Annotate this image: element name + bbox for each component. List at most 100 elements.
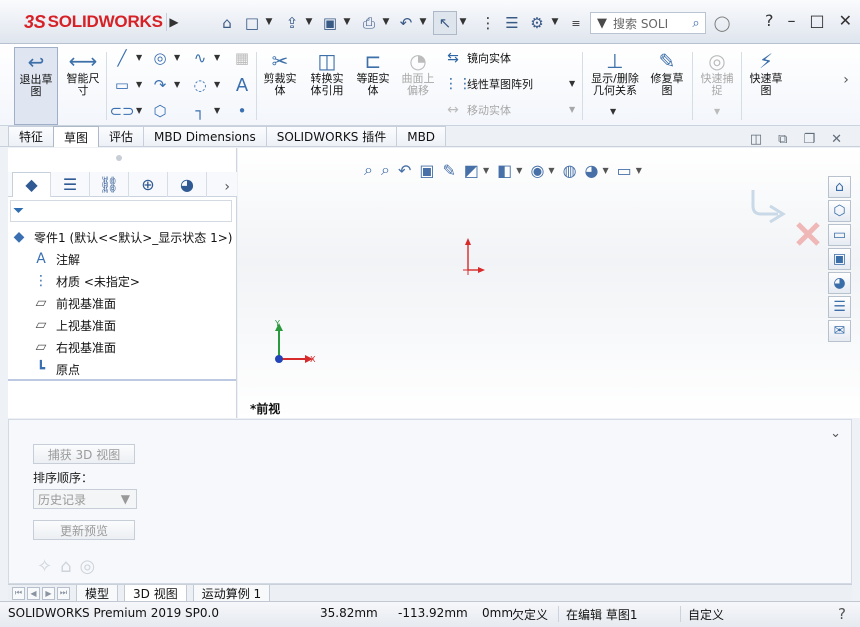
tab-mbd-dimensions[interactable]: MBD Dimensions <box>143 126 267 146</box>
undo-icon[interactable]: ↶ <box>394 11 418 35</box>
rapid-sketch-button[interactable]: ⚡ 快速草 图 <box>744 47 788 97</box>
units-selector[interactable]: 自定义 <box>688 606 724 623</box>
view-action-icon[interactable]: ◎ <box>80 556 96 577</box>
tree-filter-box[interactable]: ⏷ <box>10 200 232 222</box>
exit-sketch-button[interactable]: ↩ 退出草 图 <box>14 47 58 125</box>
tab-sketch[interactable]: 草图 <box>53 126 100 147</box>
configuration-manager-tab-icon[interactable]: ⛓ <box>90 171 129 197</box>
design-library-icon[interactable]: ⬡ <box>828 200 851 222</box>
point-icon[interactable]: • <box>232 101 252 121</box>
linear-pattern-button[interactable]: ⋮⋮ 线性草图阵列 <box>444 74 533 94</box>
polygon-icon[interactable]: ⬡ <box>150 101 170 121</box>
update-preview-button[interactable]: 更新预览 <box>33 520 135 540</box>
graphics-area[interactable]: ⌕ ⌕ ↶ ▣ ✎ ◩ ▼ ◧ ▼ ◉ ▼ ◍ ◕ ▼ ▭ ▼ Y X <box>238 148 860 418</box>
trim-entities-button[interactable]: ✂ 剪裁实 体 <box>258 47 302 97</box>
collapse-panel-icon[interactable]: ◫ <box>750 132 762 147</box>
tab-evaluate[interactable]: 评估 <box>98 126 145 146</box>
save-icon[interactable]: ▣ <box>318 11 342 35</box>
file-explorer-icon[interactable]: ▭ <box>828 224 851 246</box>
line-caret[interactable]: ▼ <box>136 53 144 63</box>
search-input[interactable]: 搜索 SOLI <box>613 15 687 32</box>
fillet-icon[interactable]: ┐ <box>190 101 210 121</box>
printer-icon[interactable]: ⎙ <box>357 11 381 35</box>
tree-item-origin[interactable]: ┗ 原点 <box>10 358 236 380</box>
offset-on-surface-button[interactable]: ◔ 曲面上 偏移 <box>396 47 440 97</box>
move-entities-button[interactable]: ↔ 移动实体 <box>444 100 511 120</box>
relations-caret[interactable]: ▼ <box>610 107 618 117</box>
tab-features[interactable]: 特征 <box>8 126 55 146</box>
linear-pattern-caret[interactable]: ▼ <box>569 79 577 89</box>
slot-icon[interactable]: ⊂⊃ <box>109 101 134 121</box>
open-folder-icon[interactable]: ⇪ <box>280 11 304 35</box>
sort-order-select[interactable]: 历史记录 ▼ <box>33 489 137 509</box>
circle-icon[interactable]: ◎ <box>150 48 170 68</box>
tab-3d-view[interactable]: 3D 视图 <box>124 585 187 601</box>
undo-caret[interactable]: ▼ <box>418 17 428 27</box>
solidworks-resources-icon[interactable]: ⌂ <box>828 176 851 198</box>
circle-caret[interactable]: ▼ <box>174 53 182 63</box>
ellipse-caret[interactable]: ▼ <box>214 80 222 90</box>
help-button[interactable]: ? <box>765 11 774 30</box>
search-box[interactable]: ▼ 搜索 SOLI ⌕ <box>590 12 706 34</box>
select-icon[interactable]: ↖ <box>433 11 457 35</box>
text-icon[interactable]: A <box>232 75 252 96</box>
help-icon[interactable]: ? <box>838 605 846 623</box>
display-delete-relations-button[interactable]: ⊥ 显示/删除 几何关系 <box>586 47 644 97</box>
more-menu-icon[interactable]: ≡ <box>564 11 588 35</box>
ribbon-scroll-icon[interactable]: › <box>836 70 856 90</box>
manager-tabs-next-icon[interactable]: › <box>224 179 230 195</box>
traffic-light-icon[interactable]: ⋮ <box>476 11 500 35</box>
printer-caret[interactable]: ▼ <box>381 17 391 27</box>
dimxpert-tab-icon[interactable]: ⊕ <box>129 171 168 197</box>
restore-panel-icon[interactable]: ⧉ <box>778 132 787 147</box>
line-icon[interactable]: ╱ <box>112 48 132 68</box>
feature-manager-tab-icon[interactable]: ◆ <box>12 171 51 197</box>
grid-icon[interactable]: ▦ <box>232 48 252 68</box>
select-caret[interactable]: ▼ <box>458 17 468 27</box>
minimize-button[interactable]: – <box>787 11 795 30</box>
quick-snaps-button[interactable]: ◎ 快速捕 捉 <box>696 47 738 97</box>
spline-icon[interactable]: ∿ <box>190 48 210 68</box>
capture-3d-view-button[interactable]: 捕获 3D 视图 <box>33 444 135 464</box>
quick-snaps-caret[interactable]: ▼ <box>714 107 722 117</box>
maximize-button[interactable]: □ <box>809 11 824 30</box>
panel-grip[interactable] <box>116 155 122 161</box>
panel-collapse-icon[interactable]: ⌄ <box>830 426 841 441</box>
arc-caret[interactable]: ▼ <box>174 80 182 90</box>
tree-root-part[interactable]: ◆ 零件1 (默认<<默认>_显示状态 1>) <box>10 226 236 248</box>
view-action-icon[interactable]: ⌂ <box>60 556 71 577</box>
gear-caret[interactable]: ▼ <box>550 17 560 27</box>
display-manager-tab-icon[interactable]: ◕ <box>168 171 207 197</box>
last-tab-icon[interactable]: ⏭ <box>57 586 70 600</box>
first-tab-icon[interactable]: ⏮ <box>12 586 25 600</box>
move-entities-caret[interactable]: ▼ <box>569 105 577 115</box>
home-icon[interactable]: ⌂ <box>215 11 239 35</box>
convert-entities-button[interactable]: ◫ 转换实 体引用 <box>304 47 350 97</box>
tree-item-top-plane[interactable]: ▱ 上视基准面 <box>10 314 236 336</box>
tab-model[interactable]: 模型 <box>76 585 119 601</box>
tree-item-annotations[interactable]: A 注解 <box>10 248 236 270</box>
repair-sketch-button[interactable]: ✎ 修复草 图 <box>646 47 688 97</box>
open-folder-caret[interactable]: ▼ <box>304 17 314 27</box>
view-palette-icon[interactable]: ▣ <box>828 248 851 270</box>
slot-caret[interactable]: ▼ <box>136 106 144 116</box>
rectangle-icon[interactable]: ▭ <box>112 75 132 95</box>
next-tab-icon[interactable]: ▶ <box>42 586 55 600</box>
rectangle-caret[interactable]: ▼ <box>136 80 144 90</box>
properties-icon[interactable]: ☰ <box>500 11 524 35</box>
tab-mbd[interactable]: MBD <box>396 126 447 146</box>
close-document-icon[interactable]: ✕ <box>831 132 842 147</box>
restore-window-icon[interactable]: ❐ <box>803 132 815 147</box>
close-button[interactable]: ✕ <box>839 11 852 30</box>
tab-solidworks-addins[interactable]: SOLIDWORKS 插件 <box>265 126 398 146</box>
new-document-caret[interactable]: ▼ <box>264 17 274 27</box>
view-action-icon[interactable]: ✧ <box>37 556 52 577</box>
custom-properties-icon[interactable]: ☰ <box>828 296 851 318</box>
gear-icon[interactable]: ⚙ <box>525 11 549 35</box>
new-document-icon[interactable]: □ <box>240 11 264 35</box>
ellipse-icon[interactable]: ◌ <box>190 75 210 95</box>
tree-item-front-plane[interactable]: ▱ 前视基准面 <box>10 292 236 314</box>
mirror-entities-button[interactable]: ⇆ 镜向实体 <box>444 48 511 68</box>
offset-entities-button[interactable]: ⊏ 等距实 体 <box>352 47 394 97</box>
save-caret[interactable]: ▼ <box>342 17 352 27</box>
